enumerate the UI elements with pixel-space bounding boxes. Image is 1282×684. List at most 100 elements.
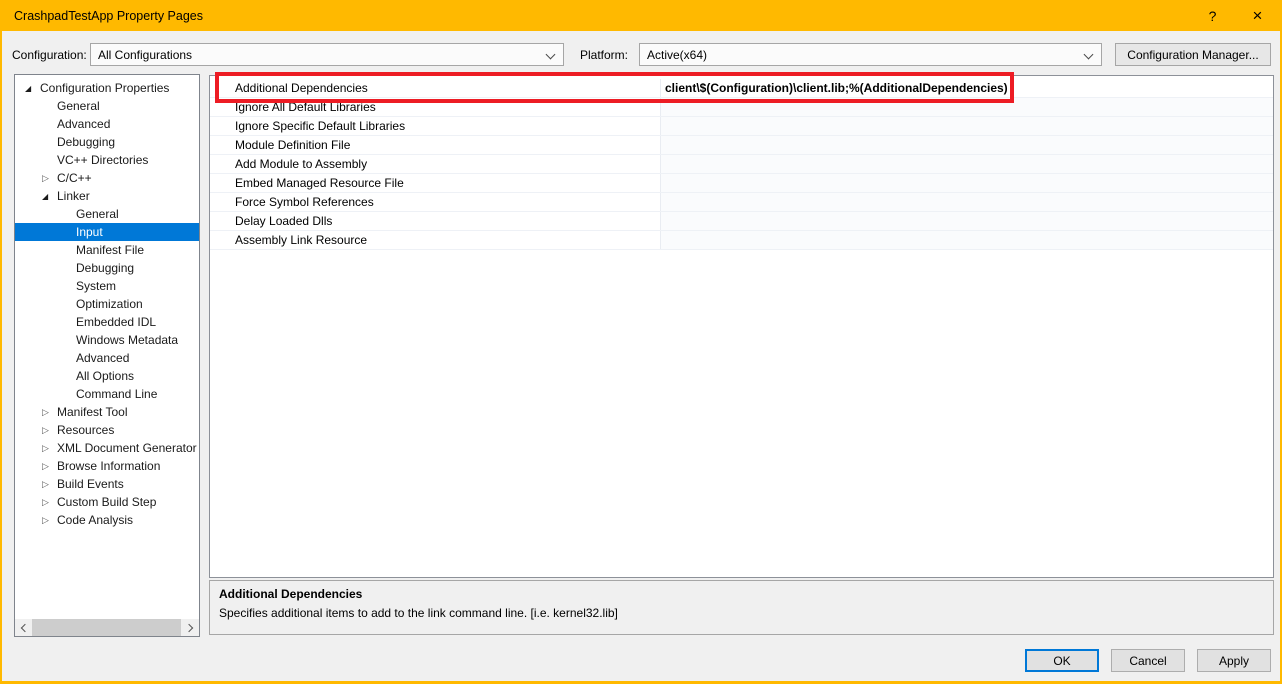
tree-item[interactable]: Custom Build Step <box>15 493 199 511</box>
property-row[interactable]: Embed Managed Resource File <box>210 174 1273 193</box>
tree-item-label: Manifest File <box>76 241 144 259</box>
scroll-right-button[interactable] <box>182 619 199 636</box>
tree-expander-icon[interactable] <box>61 205 76 223</box>
tree-item[interactable]: System <box>15 277 199 295</box>
tree-item[interactable]: Windows Metadata <box>15 331 199 349</box>
apply-button[interactable]: Apply <box>1197 649 1271 672</box>
titlebar: CrashpadTestApp Property Pages ? × <box>2 0 1280 31</box>
scrollbar-track[interactable] <box>32 619 182 636</box>
tree-expander-icon[interactable] <box>42 133 57 151</box>
tree-expander-icon[interactable] <box>42 151 57 169</box>
property-value[interactable] <box>660 193 1273 211</box>
tree-item-label: Code Analysis <box>57 511 133 529</box>
property-value[interactable] <box>660 212 1273 230</box>
property-row[interactable]: Additional Dependencies client\$(Configu… <box>210 79 1273 98</box>
ok-button[interactable]: OK <box>1025 649 1099 672</box>
configuration-dropdown[interactable]: All Configurations <box>90 43 564 66</box>
property-name: Add Module to Assembly <box>210 155 660 173</box>
tree-item[interactable]: Debugging <box>15 133 199 151</box>
tree-expander-icon[interactable] <box>61 331 76 349</box>
tree-item-label: General <box>57 97 100 115</box>
tree-expander-icon[interactable] <box>42 493 57 511</box>
tree-item[interactable]: Input <box>15 223 199 241</box>
tree-expander-icon[interactable] <box>42 115 57 133</box>
tree-item[interactable]: Advanced <box>15 349 199 367</box>
chevron-down-icon <box>546 50 556 60</box>
chevron-right-icon <box>185 623 193 631</box>
property-name: Embed Managed Resource File <box>210 174 660 192</box>
configuration-manager-label: Configuration Manager... <box>1127 48 1258 62</box>
tree-item[interactable]: Embedded IDL <box>15 313 199 331</box>
tree-horizontal-scrollbar[interactable] <box>15 619 199 636</box>
tree-item[interactable]: Build Events <box>15 475 199 493</box>
tree-item-label: Build Events <box>57 475 124 493</box>
tree-expander-icon[interactable] <box>61 295 76 313</box>
tree-item-label: Advanced <box>76 349 129 367</box>
tree-expander-icon[interactable] <box>61 277 76 295</box>
tree-expander-icon[interactable] <box>42 475 57 493</box>
tree-expander-icon[interactable] <box>25 79 40 97</box>
property-value[interactable]: client\$(Configuration)\client.lib;%(Add… <box>660 79 1273 97</box>
tree-item[interactable]: C/C++ <box>15 169 199 187</box>
property-name: Ignore All Default Libraries <box>210 98 660 116</box>
tree-expander-icon[interactable] <box>42 439 57 457</box>
tree-expander-icon[interactable] <box>42 457 57 475</box>
property-row[interactable]: Ignore All Default Libraries <box>210 98 1273 117</box>
tree-item[interactable]: Configuration Properties <box>15 79 199 97</box>
property-value[interactable] <box>660 231 1273 249</box>
property-grid-panel: Additional Dependencies client\$(Configu… <box>209 75 1274 578</box>
cancel-button[interactable]: Cancel <box>1111 649 1185 672</box>
tree-item[interactable]: XML Document Generator <box>15 439 199 457</box>
scroll-left-button[interactable] <box>15 619 32 636</box>
tree-expander-icon[interactable] <box>42 403 57 421</box>
property-row[interactable]: Assembly Link Resource <box>210 231 1273 250</box>
property-row[interactable]: Add Module to Assembly <box>210 155 1273 174</box>
property-value[interactable] <box>660 136 1273 154</box>
platform-dropdown[interactable]: Active(x64) <box>639 43 1102 66</box>
tree-expander-icon[interactable] <box>61 367 76 385</box>
tree-item[interactable]: Debugging <box>15 259 199 277</box>
tree-expander-icon[interactable] <box>42 187 57 205</box>
configuration-label: Configuration: <box>12 48 87 62</box>
tree-item[interactable]: Linker <box>15 187 199 205</box>
tree-item[interactable]: Resources <box>15 421 199 439</box>
tree-expander-icon[interactable] <box>42 511 57 529</box>
tree-item[interactable]: General <box>15 97 199 115</box>
property-tree-panel: Configuration Properties General Advance… <box>14 74 200 637</box>
chevron-down-icon <box>1084 50 1094 60</box>
tree-expander-icon[interactable] <box>42 421 57 439</box>
property-row[interactable]: Module Definition File <box>210 136 1273 155</box>
property-value[interactable] <box>660 98 1273 116</box>
tree-item[interactable]: Advanced <box>15 115 199 133</box>
configuration-manager-button[interactable]: Configuration Manager... <box>1115 43 1271 66</box>
tree-item-label: Optimization <box>76 295 143 313</box>
property-tree: Configuration Properties General Advance… <box>15 75 199 529</box>
tree-item[interactable]: Optimization <box>15 295 199 313</box>
tree-item[interactable]: Browse Information <box>15 457 199 475</box>
tree-expander-icon[interactable] <box>42 97 57 115</box>
tree-expander-icon[interactable] <box>42 169 57 187</box>
property-row[interactable]: Delay Loaded Dlls <box>210 212 1273 231</box>
tree-expander-icon[interactable] <box>61 259 76 277</box>
tree-item[interactable]: All Options <box>15 367 199 385</box>
tree-item[interactable]: Manifest File <box>15 241 199 259</box>
tree-expander-icon[interactable] <box>61 223 76 241</box>
tree-expander-icon[interactable] <box>61 385 76 403</box>
tree-item[interactable]: VC++ Directories <box>15 151 199 169</box>
tree-expander-icon[interactable] <box>61 241 76 259</box>
property-value[interactable] <box>660 155 1273 173</box>
property-grid: Additional Dependencies client\$(Configu… <box>210 76 1273 250</box>
tree-item[interactable]: General <box>15 205 199 223</box>
property-row[interactable]: Force Symbol References <box>210 193 1273 212</box>
property-value[interactable] <box>660 174 1273 192</box>
tree-item[interactable]: Manifest Tool <box>15 403 199 421</box>
tree-item[interactable]: Code Analysis <box>15 511 199 529</box>
scrollbar-thumb[interactable] <box>32 619 181 636</box>
property-value[interactable] <box>660 117 1273 135</box>
tree-expander-icon[interactable] <box>61 313 76 331</box>
close-button[interactable]: × <box>1235 0 1280 31</box>
tree-expander-icon[interactable] <box>61 349 76 367</box>
property-row[interactable]: Ignore Specific Default Libraries <box>210 117 1273 136</box>
tree-item[interactable]: Command Line <box>15 385 199 403</box>
help-button[interactable]: ? <box>1190 0 1235 31</box>
